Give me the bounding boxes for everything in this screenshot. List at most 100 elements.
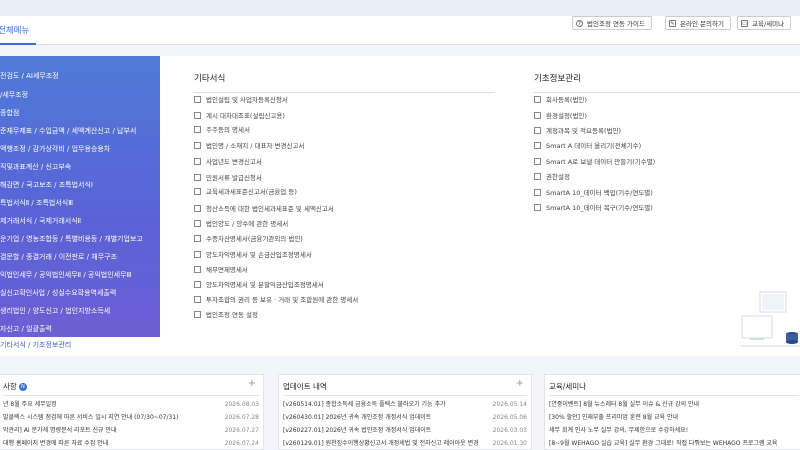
external-link-icon xyxy=(194,250,201,258)
update-row[interactable]: [v260227.01] 2026년 귀속 법인조정 개정서식 업데이트 2026… xyxy=(283,425,527,437)
update-row[interactable]: [v260514.01] 종합소득세 금융소득 플렉스 불러오기 기능 추가 20… xyxy=(283,399,527,411)
form-link[interactable]: 사업년도 변경신고서 xyxy=(194,157,262,167)
form-link-label: 법인설립 및 사업자등록신청서 xyxy=(206,96,288,104)
sidebar-item[interactable]: 직및과표계산 / 신고부속 xyxy=(0,159,160,176)
update-row[interactable]: [v260129.01] 원천징수이행상황신고서 개정세법 및 전자신고 레이아… xyxy=(283,438,527,450)
update-row-title: [v260514.01] 종합소득세 금융소득 플렉스 불러오기 기능 추가 xyxy=(283,401,446,408)
form-link[interactable]: 투자조합의 권리 등 보유 · 거래 및 조합원에 관한 명세서 xyxy=(194,295,358,305)
basic-info-link[interactable]: 권한설정 xyxy=(534,172,570,182)
sidebar-item[interactable]: 전검도 / AI세무조정 xyxy=(0,68,160,85)
form-link[interactable]: 주주등의 명세서 xyxy=(194,125,250,135)
corp-link-guide-button[interactable]: ? 법인조정 연동 가이드 xyxy=(572,16,652,30)
dashboard-panels: 사항 N + 년 8월 주요 세무일정 2026.08.03 발클렉스 시스템 점검… xyxy=(0,356,800,450)
divider xyxy=(283,395,527,396)
form-link-label: 교육세과세표준신고서(금융업 등) xyxy=(206,188,297,196)
external-link-icon xyxy=(194,204,201,212)
basic-info-link[interactable]: SmartA 10_데이터 복구(기수/연도별) xyxy=(534,203,653,213)
basic-info-link-label: 계정과목 및 적요등록(법인) xyxy=(546,127,621,135)
notice-row[interactable]: 년 8월 주요 세무일정 2026.08.03 xyxy=(3,399,259,411)
all-menu-tab[interactable]: 전체메뉴 xyxy=(0,24,29,36)
education-row[interactable]: [연중이벤트] 8월 뉴스레터 8월 실무 이슈 & 신규 강의 안내 xyxy=(549,399,799,411)
update-row-title: [v260129.01] 원천징수이행상황신고서 개정세법 및 전자신고 레이아… xyxy=(283,440,479,447)
form-link-label: 수증자산명세서(금융기관외의 법인) xyxy=(206,235,303,243)
education-title: 교육/세미나 xyxy=(549,382,587,391)
form-link[interactable]: 채무면제명세서 xyxy=(194,265,248,275)
sidebar-item[interactable]: 익법인세무 / 공익법인세무Ⅱ / 공익법인세무Ⅲ xyxy=(0,267,160,284)
sidebar-item[interactable]: 종합점 xyxy=(0,105,160,122)
notice-row-date: 2026.08.03 xyxy=(224,401,259,408)
education-row-title: [연중이벤트] 8월 뉴스레터 8월 실무 이슈 & 신규 강의 안내 xyxy=(549,401,700,408)
education-row[interactable]: [30% 할인] 인재부출 프리미엄 훈련 8월 교육 안내 xyxy=(549,412,799,424)
basic-info-link-label: 권한설정 xyxy=(546,173,570,181)
misc-forms-title: 기타서식 xyxy=(194,74,226,84)
sidebar-item[interactable]: 액행조정 / 감가상각비 / 업무용승용차 xyxy=(0,141,160,158)
form-link[interactable]: 교육세과세표준신고서(금융업 등) xyxy=(194,187,297,197)
sidebar-item[interactable]: 해감면 / 국고보조 / 조특법서식Ⅰ xyxy=(0,177,160,194)
online-inquiry-button[interactable]: ✎ 온라인 문의하기 xyxy=(665,16,731,30)
sidebar-item[interactable]: 실신고확인사업 / 성실수요확용역세출력 xyxy=(0,285,160,302)
basic-info-link[interactable]: Smart A 데이터 올리기(전체기수) xyxy=(534,141,641,151)
form-link-label: 채무면제명세서 xyxy=(206,266,248,274)
notice-row[interactable]: 발클렉스 시스템 점검에 따른 서비스 일시 지연 안내 (07/30~07/3… xyxy=(3,412,259,424)
basic-info-link[interactable]: 환경설정(법인) xyxy=(534,111,587,121)
update-row-date: 2026.01.30 xyxy=(492,440,527,447)
form-link-label: 양도차익명세서 및 분할익금산입조정명세서 xyxy=(206,281,324,289)
update-row-title: [v260227.01] 2026년 귀속 법인조정 개정서식 업데이트 xyxy=(283,427,432,434)
education-row[interactable]: [8~9월 WEHAGO 실습 교육] 실무 환경 그대로! 직접 다뤄보는 W… xyxy=(549,438,799,450)
sidebar-item[interactable]: 준재무제표 / 수입금액 / 세액계산신고 / 납부서 xyxy=(0,123,160,140)
form-link-label: 양도차익명세서 및 손금산입조정명세서 xyxy=(206,251,312,259)
update-row[interactable]: [v260430.01] 2026년 귀속 개인조정 개정서식 업데이트 2026… xyxy=(283,412,527,424)
notice-title: 사항 N xyxy=(3,381,27,392)
sidebar-item[interactable]: 특법서식Ⅱ / 조특법서식Ⅲ xyxy=(0,195,160,212)
external-link-icon xyxy=(194,125,201,133)
form-link[interactable]: 계시 대차대조표(설립신고용) xyxy=(194,111,285,121)
update-row-date: 2026.03.03 xyxy=(492,427,527,434)
sidebar-item[interactable]: 자신고 / 일괄출력 xyxy=(0,321,160,338)
basic-info-link[interactable]: 계정과목 및 적요등록(법인) xyxy=(534,126,621,136)
form-link-label: 계시 대차대조표(설립신고용) xyxy=(206,112,285,120)
form-link[interactable]: 법인설립 및 사업자등록신청서 xyxy=(194,95,288,105)
divider xyxy=(549,395,799,396)
sidebar-item[interactable]: /세무조정 xyxy=(0,87,160,104)
update-panel: 업데이트 내역 + [v260514.01] 종합소득세 금융소득 플렉스 불러… xyxy=(278,374,532,450)
basic-info-link-label: 회사등록(법인) xyxy=(546,96,587,104)
divider xyxy=(3,395,259,396)
basic-info-link[interactable]: 회사등록(법인) xyxy=(534,95,587,105)
basic-info-link-label: Smart A 데이터 올리기(전체기수) xyxy=(546,142,642,150)
form-link-label: 사업년도 변경신고서 xyxy=(206,158,262,166)
more-icon[interactable]: + xyxy=(248,378,256,389)
form-link[interactable]: 민원서류 발급신청서 xyxy=(194,173,262,183)
sidebar-item[interactable]: 운기업 / 영농조합등 / 특별비용등 / 개별기업보고 xyxy=(0,231,160,248)
external-link-icon xyxy=(194,157,201,165)
more-icon[interactable]: + xyxy=(516,378,524,389)
education-row[interactable]: 세무 회계 인사 노무 실무 강의, 무제한으로 수강하세요! xyxy=(549,425,799,437)
basic-info-link[interactable]: SmartA 10_데이터 백업(기수/연도별) xyxy=(534,188,653,198)
form-link[interactable]: 수증자산명세서(금융기관외의 법인) xyxy=(194,234,303,244)
form-link[interactable]: 법인명 / 소재지 / 대표자 변경신고서 xyxy=(194,141,304,151)
form-link[interactable]: 양도차익명세서 및 손금산입조정명세서 xyxy=(194,250,312,260)
notice-row[interactable]: 대행 홈페이지 변경에 따른 자료 수집 안내 2026.07.24 xyxy=(3,438,259,450)
sidebar-item[interactable]: 결문할 / 종결거래 / 이전판로 / 채무구조 xyxy=(0,249,160,266)
external-link-icon xyxy=(534,188,541,196)
external-link-icon xyxy=(194,265,201,273)
sidebar-item[interactable]: 제거래서식 / 국제거래서식Ⅱ xyxy=(0,213,160,230)
sidebar-item[interactable]: 생리법인 / 양도신고 / 법인지방소득세 xyxy=(0,303,160,320)
sidebar-item-active[interactable]: 기타서식 / 기조정보관리 xyxy=(0,337,160,354)
form-link-label: 투자조합의 권리 등 보유 · 거래 및 조합원에 관한 명세서 xyxy=(206,296,359,304)
form-link[interactable]: 양도차익명세서 및 분할익금산입조정명세서 xyxy=(194,280,324,290)
education-seminar-button[interactable]: ▭ 교육/세미나 xyxy=(737,16,791,30)
spacer xyxy=(0,45,800,56)
notice-row-title: 발클렉스 시스템 점검에 따른 서비스 일시 지연 안내 (07/30~07/3… xyxy=(3,414,179,421)
update-row-date: 2026.05.14 xyxy=(492,401,527,408)
form-link-label: 주주등의 명세서 xyxy=(206,126,250,134)
external-link-icon xyxy=(194,187,201,195)
form-link-label: 민원서류 발급신청서 xyxy=(206,174,262,182)
notice-row-date: 2026.07.27 xyxy=(224,427,259,434)
education-seminar-label: 교육/세미나 xyxy=(752,20,785,28)
form-link[interactable]: 청산소득에 대한 법인세과세표준 및 세액신고서 xyxy=(194,204,334,214)
notice-row[interactable]: 막관리] AI 분가세 명량분석 리포트 신규 안내 2026.07.27 xyxy=(3,425,259,437)
external-link-icon xyxy=(194,234,201,242)
form-link[interactable]: 법인양도 / 양수에 관한 명세서 xyxy=(194,219,288,229)
basic-info-link[interactable]: Smart A로 보낼 데이터 만들기(기수별) xyxy=(534,157,655,167)
form-link[interactable]: 법인조정 연동 설정 xyxy=(194,310,258,320)
